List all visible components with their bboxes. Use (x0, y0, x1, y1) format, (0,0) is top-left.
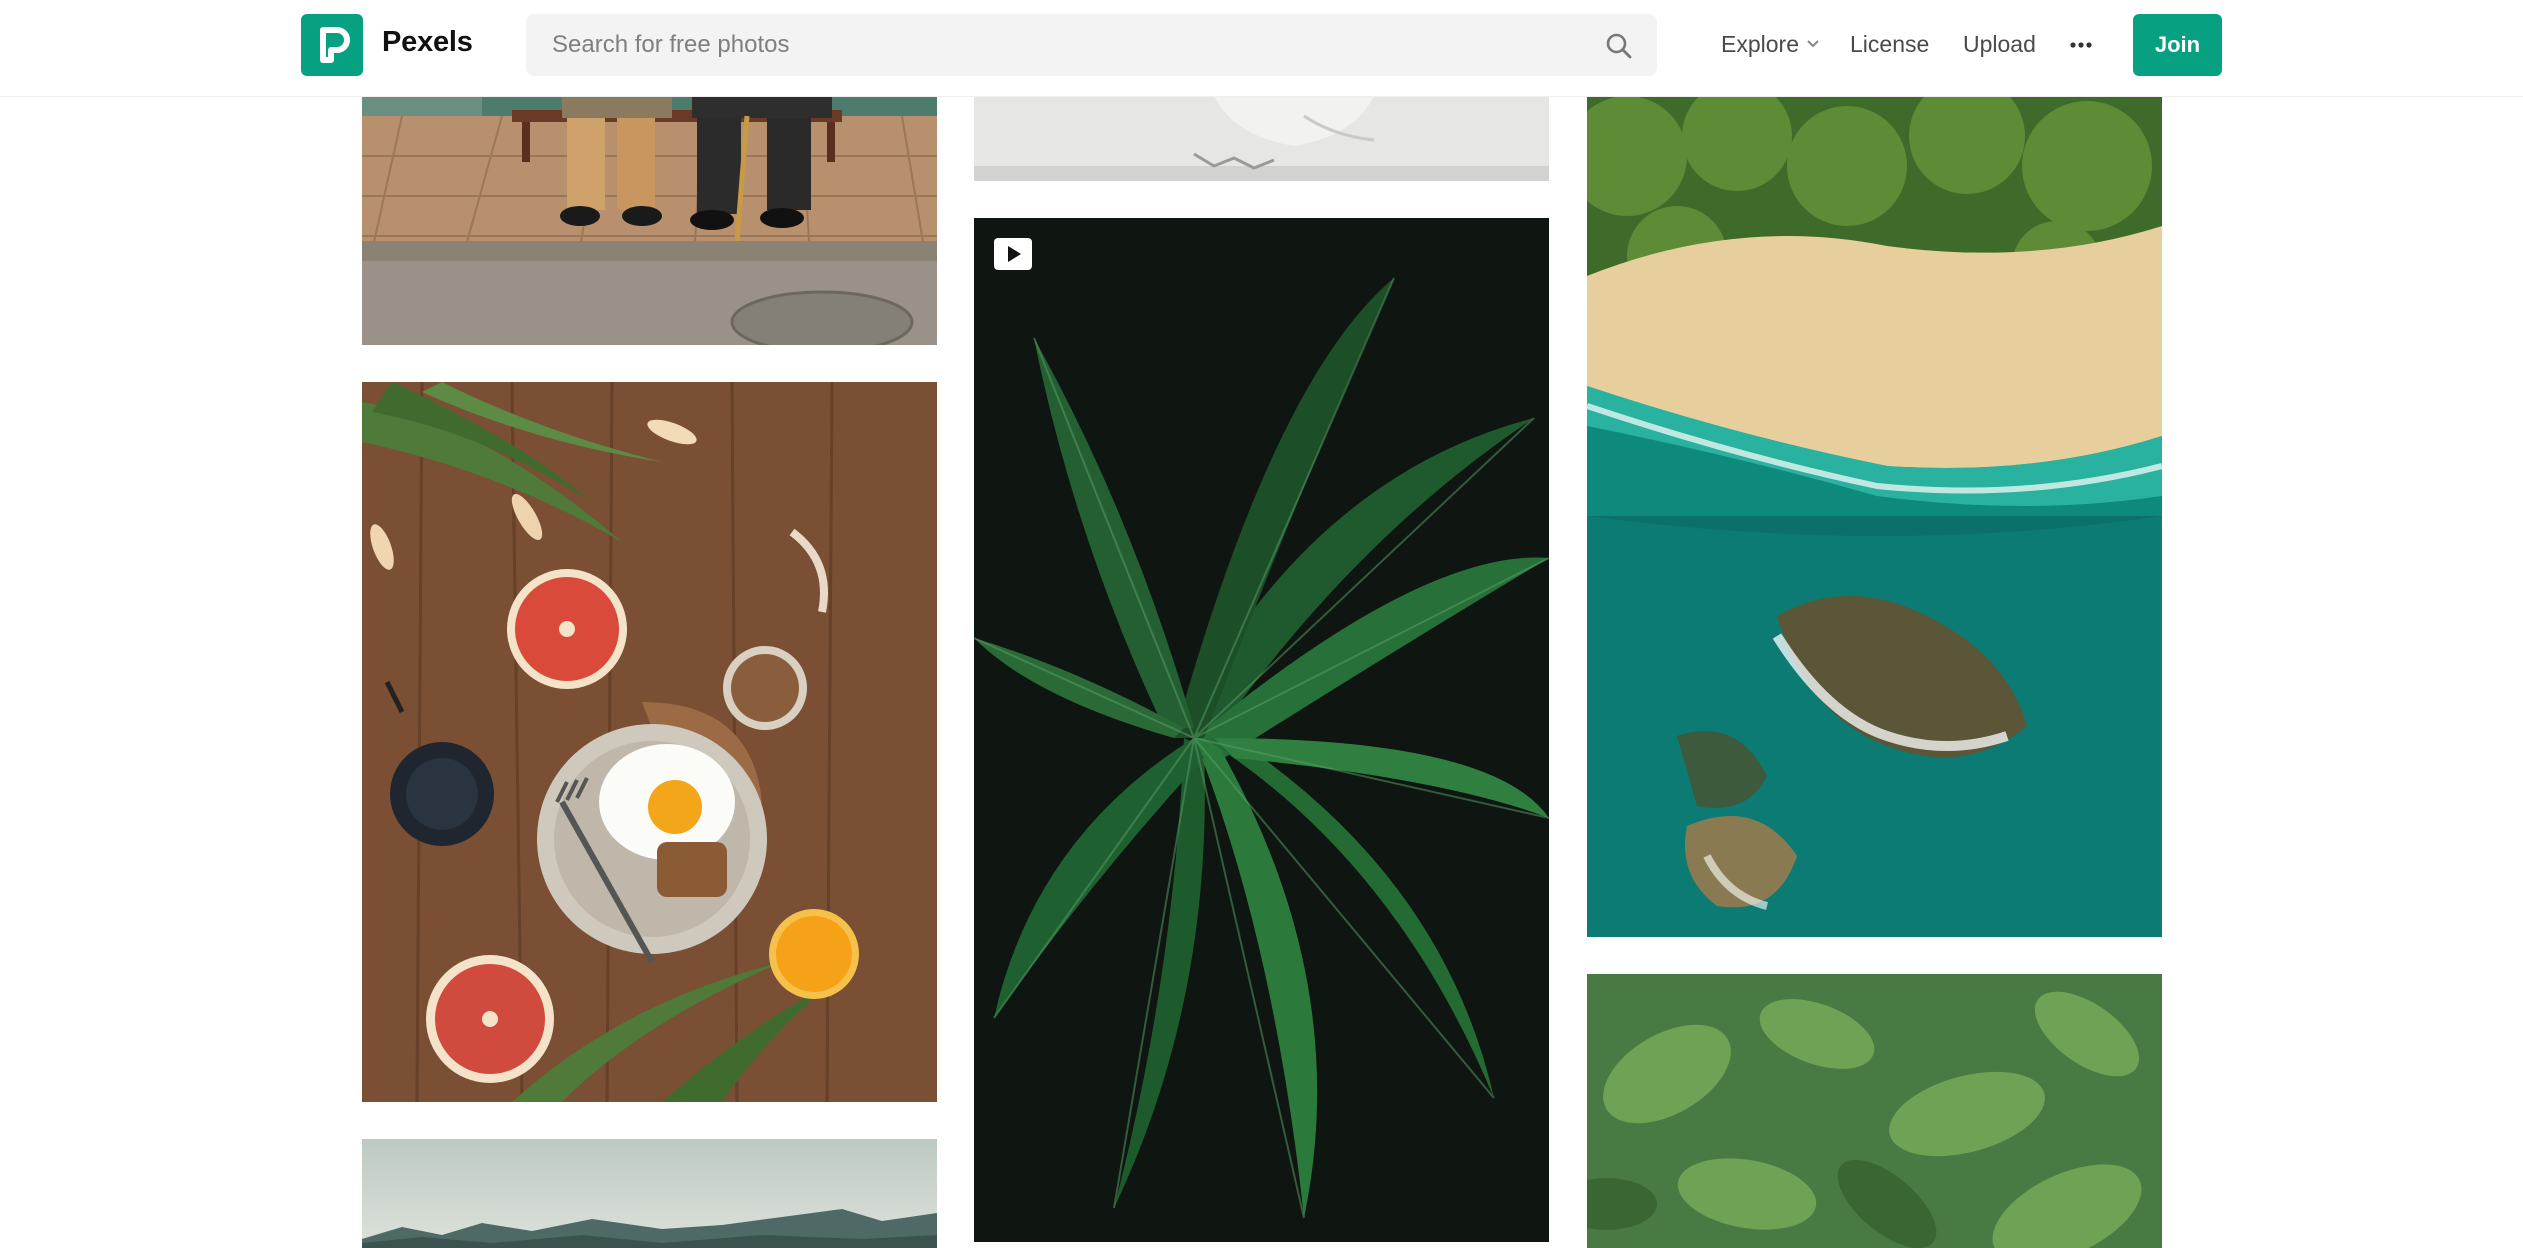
nav-upload[interactable]: Upload (1963, 31, 2036, 58)
photo-image (362, 382, 937, 1102)
nav-license[interactable]: License (1850, 31, 1929, 58)
photo-tile[interactable] (1587, 974, 2162, 1248)
photo-tile[interactable] (362, 382, 937, 1102)
chevron-down-icon[interactable] (1806, 39, 1820, 49)
join-button[interactable]: Join (2133, 14, 2222, 76)
photo-tile[interactable] (1587, 96, 2162, 937)
photo-image (1587, 96, 2162, 937)
video-thumbnail (974, 218, 1549, 1242)
more-horizontal-icon[interactable] (2068, 32, 2094, 58)
photo-tile[interactable] (362, 1139, 937, 1248)
photo-image (1587, 974, 2162, 1248)
photo-image (974, 96, 1549, 181)
photo-tile[interactable] (974, 96, 1549, 181)
top-navigation-bar: Pexels Explore License Upload Join (0, 0, 2523, 97)
video-play-icon (994, 238, 1032, 270)
photo-tile[interactable] (362, 96, 937, 345)
brand-name[interactable]: Pexels (382, 26, 473, 59)
nav-explore[interactable]: Explore (1721, 31, 1799, 58)
video-tile[interactable] (974, 218, 1549, 1242)
photo-image (362, 96, 937, 345)
photo-image (362, 1139, 937, 1248)
search-icon[interactable] (1603, 30, 1635, 62)
search-bar (526, 14, 1657, 76)
search-input[interactable] (526, 14, 1586, 76)
pexels-logo-icon[interactable] (301, 14, 363, 76)
